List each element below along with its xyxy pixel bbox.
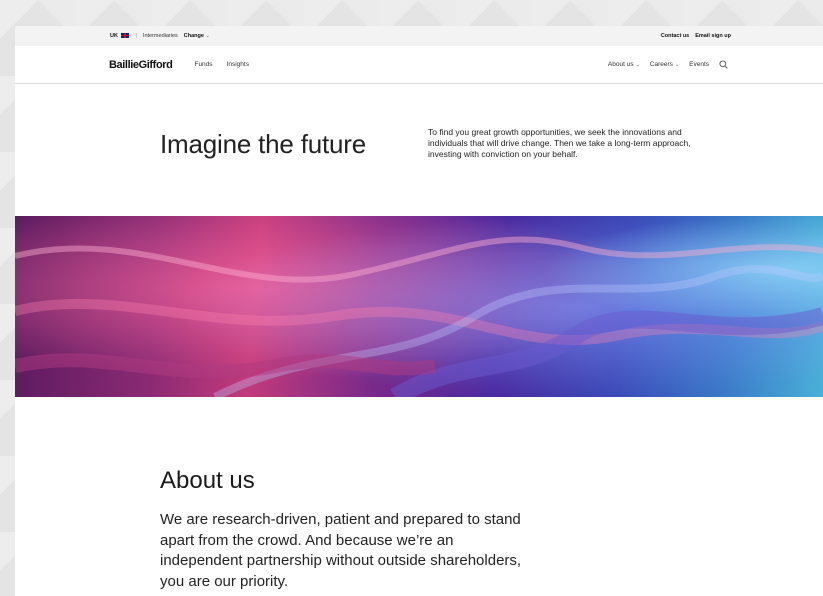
website-page: UK | Intermediaries Change ⌄ Contact us …: [15, 26, 823, 596]
hero-title: Imagine the future: [160, 129, 366, 159]
nav-events-link[interactable]: Events: [689, 61, 709, 68]
nav-link-insights[interactable]: Insights: [227, 61, 249, 68]
hero-text: To find you great growth opportunities, …: [428, 127, 691, 159]
particle-wave-graphic: [15, 216, 823, 397]
hero-banner-image: [15, 216, 823, 397]
nav-right: About us ⌄ Careers ⌄ Events: [608, 60, 728, 69]
nav-link-funds[interactable]: Funds: [194, 61, 212, 68]
uk-flag-icon: [121, 33, 130, 39]
utility-separator: |: [135, 33, 137, 39]
nav-careers-menu[interactable]: Careers ⌄: [650, 61, 679, 68]
chevron-down-icon: ⌄: [635, 62, 640, 68]
change-label: Change: [183, 33, 204, 39]
region-label: UK: [110, 33, 118, 39]
search-icon[interactable]: [719, 60, 728, 69]
about-heading: About us: [160, 467, 255, 494]
about-section: About us We are research-driven, patient…: [15, 397, 823, 596]
baillie-gifford-logo[interactable]: BaillieGifford: [109, 59, 173, 71]
email-signup-link[interactable]: Email sign up: [695, 33, 731, 39]
chevron-down-icon: ⌄: [674, 62, 680, 68]
utility-right: Contact us Email sign up: [661, 33, 731, 39]
about-body: We are research-driven, patient and prep…: [160, 511, 522, 590]
nav-left: BaillieGifford Funds Insights: [109, 59, 249, 71]
main-nav: BaillieGifford Funds Insights About us ⌄ …: [15, 46, 823, 84]
utility-left: UK | Intermediaries Change ⌄: [110, 33, 210, 39]
nav-careers-label: Careers: [649, 61, 673, 68]
nav-about-us-menu[interactable]: About us ⌄: [608, 61, 640, 68]
utility-bar: UK | Intermediaries Change ⌄ Contact us …: [15, 26, 823, 46]
change-audience-button[interactable]: Change ⌄: [184, 33, 210, 39]
contact-us-link[interactable]: Contact us: [661, 33, 689, 39]
nav-about-us-label: About us: [607, 61, 634, 68]
region-selector[interactable]: UK: [110, 33, 130, 39]
hero-section: Imagine the future To find you great gro…: [15, 85, 823, 216]
audience-label: Intermediaries: [142, 33, 178, 39]
chevron-down-icon: ⌄: [205, 33, 210, 39]
